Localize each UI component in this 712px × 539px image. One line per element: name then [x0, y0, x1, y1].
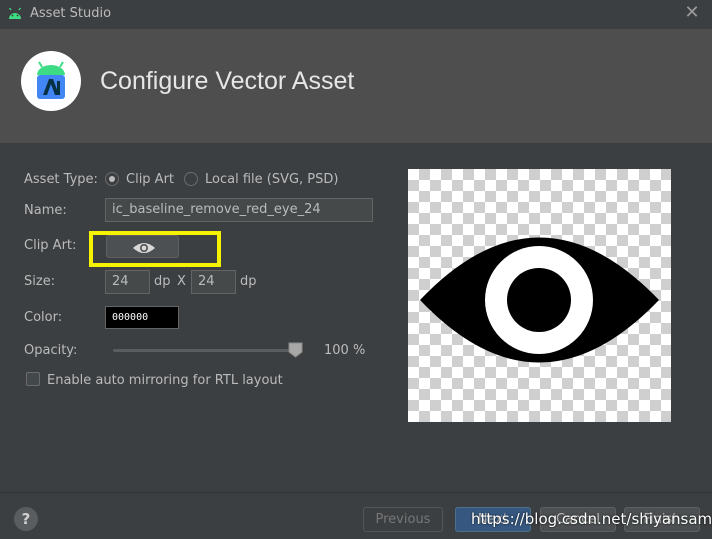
watermark-text: https://blog.csdn.net/shiyansama — [471, 510, 712, 528]
asset-type-label: Asset Type: — [24, 172, 98, 187]
name-label: Name: — [24, 203, 67, 218]
page-title: Configure Vector Asset — [100, 67, 355, 95]
radio-clip-art-label[interactable]: Clip Art — [126, 172, 174, 187]
size-label: Size: — [24, 274, 56, 289]
preview-canvas — [408, 169, 671, 422]
window-title: Asset Studio — [30, 6, 112, 21]
android-studio-icon — [37, 61, 65, 99]
opacity-label: Opacity: — [24, 343, 78, 358]
rtl-label[interactable]: Enable auto mirroring for RTL layout — [47, 373, 283, 388]
rtl-checkbox[interactable] — [26, 372, 40, 386]
opacity-value: 100 % — [324, 343, 366, 358]
radio-local-file[interactable] — [184, 172, 198, 186]
size-separator: X — [177, 274, 186, 289]
name-input[interactable]: ic_baseline_remove_red_eye_24 — [105, 198, 373, 222]
help-icon[interactable]: ? — [14, 507, 38, 531]
dialog-header: Configure Vector Asset — [0, 29, 712, 143]
color-swatch[interactable]: 000000 — [105, 306, 179, 329]
radio-local-file-label[interactable]: Local file (SVG, PSD) — [205, 172, 339, 187]
radio-clip-art[interactable] — [105, 172, 119, 186]
previous-button[interactable]: Previous — [363, 507, 443, 532]
title-bar: Asset Studio ✕ — [0, 0, 712, 29]
android-studio-logo — [21, 51, 81, 111]
highlight-box — [89, 231, 221, 267]
size-unit-width: dp — [154, 274, 171, 289]
opacity-slider-thumb[interactable] — [288, 342, 303, 358]
size-width-input[interactable]: 24 — [105, 270, 150, 294]
footer-divider — [0, 492, 712, 493]
color-label: Color: — [24, 310, 63, 325]
close-icon[interactable]: ✕ — [683, 4, 701, 22]
size-height-input[interactable]: 24 — [191, 270, 236, 294]
clip-art-label: Clip Art: — [24, 238, 77, 253]
android-icon — [8, 7, 22, 19]
size-unit-height: dp — [240, 274, 257, 289]
opacity-slider-track[interactable] — [113, 349, 299, 352]
eye-icon — [420, 237, 659, 363]
